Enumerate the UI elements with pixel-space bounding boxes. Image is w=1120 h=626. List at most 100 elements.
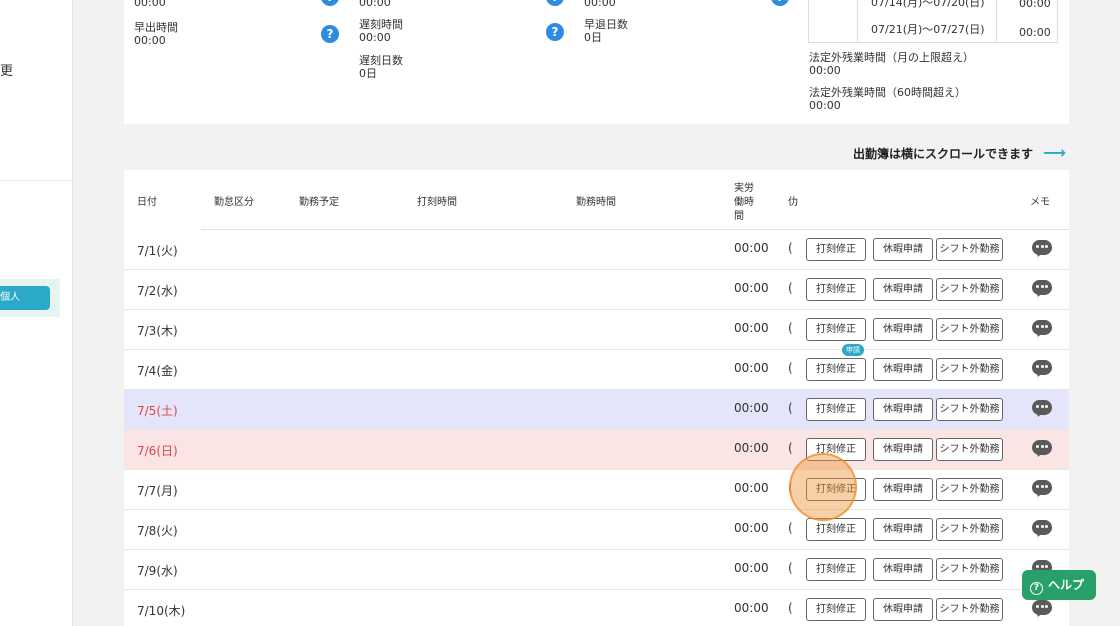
summary-top-value-3: 00:00 xyxy=(584,0,616,9)
header-scheduled: 勤務予定 xyxy=(299,197,339,208)
leave-request-button[interactable]: 休暇申請 xyxy=(873,398,933,421)
leave-request-button[interactable]: 休暇申請 xyxy=(873,318,933,341)
row-cut-value: ( xyxy=(788,561,793,575)
row-cut-value: ( xyxy=(788,281,793,295)
off-shift-work-button[interactable]: シフト外勤務 xyxy=(936,558,1003,581)
row-actual-time: 00:00 xyxy=(734,361,769,375)
memo-icon[interactable] xyxy=(1032,600,1052,619)
row-actual-time: 00:00 xyxy=(734,241,769,255)
summary-top-value-2: 00:00 xyxy=(359,0,391,9)
memo-icon[interactable] xyxy=(1032,400,1052,419)
leave-request-button[interactable]: 休暇申請 xyxy=(873,358,933,381)
off-shift-work-button[interactable]: シフト外勤務 xyxy=(936,598,1003,621)
late-days-value: 0日 xyxy=(359,67,377,80)
off-shift-work-button[interactable]: シフト外勤務 xyxy=(936,318,1003,341)
table-row: 7/4(金) 00:00 ( 打刻修正 申請 休暇申請 シフト外勤務 xyxy=(124,344,1069,390)
header-clock-time: 打刻時間 xyxy=(417,197,457,208)
row-date: 7/6(日) xyxy=(137,444,178,458)
weekly-breakdown-table: 07/14(月)～07/20(日) 00:00 07/21(月)～07/27(日… xyxy=(808,0,1058,43)
help-button[interactable]: ? ヘルプ xyxy=(1022,570,1096,600)
help-icon[interactable]: ? xyxy=(546,23,564,41)
off-shift-work-button[interactable]: シフト外勤務 xyxy=(936,438,1003,461)
row-cut-value: ( xyxy=(788,601,793,615)
sidebar-divider xyxy=(0,180,73,181)
leave-request-button[interactable]: 休暇申請 xyxy=(873,238,933,261)
memo-icon[interactable] xyxy=(1032,520,1052,539)
row-date: 7/8(火) xyxy=(137,524,178,538)
memo-icon[interactable] xyxy=(1032,240,1052,259)
row-date: 7/4(金) xyxy=(137,364,178,378)
attendance-table: 日付 勤怠区分 勤務予定 打刻時間 勤務時間 実労 働時 間 仂 メモ 7/1(… xyxy=(124,170,1069,626)
table-row: 7/2(水) 00:00 ( 打刻修正 休暇申請 シフト外勤務 xyxy=(124,270,1069,310)
late-days-label: 遅刻日数 xyxy=(359,54,403,67)
off-shift-work-button[interactable]: シフト外勤務 xyxy=(936,398,1003,421)
pending-request-badge: 申請 xyxy=(842,344,864,356)
off-shift-work-button[interactable]: シフト外勤務 xyxy=(936,518,1003,541)
punch-fix-button[interactable]: 打刻修正 xyxy=(806,598,866,621)
punch-fix-button[interactable]: 打刻修正 xyxy=(806,318,866,341)
sidebar-change-label[interactable]: 更 xyxy=(0,60,13,79)
week-range: 07/21(月)～07/27(日) xyxy=(871,23,985,36)
row-date: 7/9(水) xyxy=(137,564,178,578)
legal-overtime-60h-value: 00:00 xyxy=(809,99,841,112)
row-date: 7/10(木) xyxy=(137,604,186,618)
punch-fix-button[interactable]: 打刻修正 xyxy=(806,278,866,301)
table-row: 7/8(火) 00:00 ( 打刻修正 休暇申請 シフト外勤務 xyxy=(124,510,1069,550)
row-date: 7/5(土) xyxy=(137,404,178,418)
row-actual-time: 00:00 xyxy=(734,481,769,495)
week-value: 00:00 xyxy=(1019,26,1051,39)
early-start-value: 00:00 xyxy=(134,34,166,47)
leave-request-button[interactable]: 休暇申請 xyxy=(873,278,933,301)
table-row: 7/7(月) 00:00 ( 打刻修正 休暇申請 シフト外勤務 xyxy=(124,470,1069,510)
header-work-time: 勤務時間 xyxy=(576,197,616,208)
memo-icon[interactable] xyxy=(1032,480,1052,499)
header-date: 日付 xyxy=(137,197,157,208)
question-circle-icon: ? xyxy=(1030,582,1043,595)
punch-fix-button[interactable]: 打刻修正 xyxy=(806,518,866,541)
row-date: 7/1(火) xyxy=(137,244,178,258)
off-shift-work-button[interactable]: シフト外勤務 xyxy=(936,478,1003,501)
table-row-sunday: 7/6(日) 00:00 ( 打刻修正 休暇申請 シフト外勤務 xyxy=(124,430,1069,470)
punch-fix-button[interactable]: 打刻修正 xyxy=(806,358,866,381)
help-icon[interactable]: ? xyxy=(771,0,789,6)
punch-fix-button[interactable]: 打刻修正 xyxy=(806,558,866,581)
row-cut-value: ( xyxy=(788,321,793,335)
leave-request-button[interactable]: 休暇申請 xyxy=(873,518,933,541)
punch-fix-button[interactable]: 打刻修正 xyxy=(806,398,866,421)
help-icon[interactable]: ? xyxy=(546,0,564,6)
late-time-label: 遅刻時間 xyxy=(359,18,403,31)
row-date: 7/3(木) xyxy=(137,324,178,338)
memo-icon[interactable] xyxy=(1032,280,1052,299)
leave-request-button[interactable]: 休暇申請 xyxy=(873,478,933,501)
help-icon[interactable]: ? xyxy=(321,25,339,43)
off-shift-work-button[interactable]: シフト外勤務 xyxy=(936,238,1003,261)
row-cut-value: ( xyxy=(788,241,793,255)
help-icon[interactable]: ? xyxy=(321,0,339,6)
leave-request-button[interactable]: 休暇申請 xyxy=(873,598,933,621)
leave-request-button[interactable]: 休暇申請 xyxy=(873,438,933,461)
memo-icon[interactable] xyxy=(1032,440,1052,459)
memo-icon[interactable] xyxy=(1032,320,1052,339)
summary-top-value-1: 00:00 xyxy=(134,0,166,9)
early-start-label: 早出時間 xyxy=(134,21,178,34)
row-date: 7/7(月) xyxy=(137,484,178,498)
row-cut-value: ( xyxy=(788,521,793,535)
sidebar: 更 個人 xyxy=(0,0,73,626)
off-shift-work-button[interactable]: シフト外勤務 xyxy=(936,358,1003,381)
header-cut-off: 仂 xyxy=(788,197,798,208)
leave-request-button[interactable]: 休暇申請 xyxy=(873,558,933,581)
legal-overtime-monthly-value: 00:00 xyxy=(809,64,841,77)
off-shift-work-button[interactable]: シフト外勤務 xyxy=(936,278,1003,301)
click-highlight xyxy=(789,453,857,521)
row-date: 7/2(水) xyxy=(137,284,178,298)
memo-icon[interactable] xyxy=(1032,360,1052,379)
legal-overtime-monthly-label: 法定外残業時間（月の上限超え） xyxy=(809,51,974,64)
table-header: 日付 勤怠区分 勤務予定 打刻時間 勤務時間 実労 働時 間 仂 メモ xyxy=(124,170,1069,230)
late-time-value: 00:00 xyxy=(359,31,391,44)
header-actual-line3: 間 xyxy=(734,211,744,222)
personal-tab-button[interactable]: 個人 xyxy=(0,286,50,310)
row-actual-time: 00:00 xyxy=(734,601,769,615)
header-attendance-type: 勤怠区分 xyxy=(214,197,254,208)
table-row: 7/9(水) 00:00 ( 打刻修正 休暇申請 シフト外勤務 xyxy=(124,550,1069,590)
punch-fix-button[interactable]: 打刻修正 xyxy=(806,238,866,261)
